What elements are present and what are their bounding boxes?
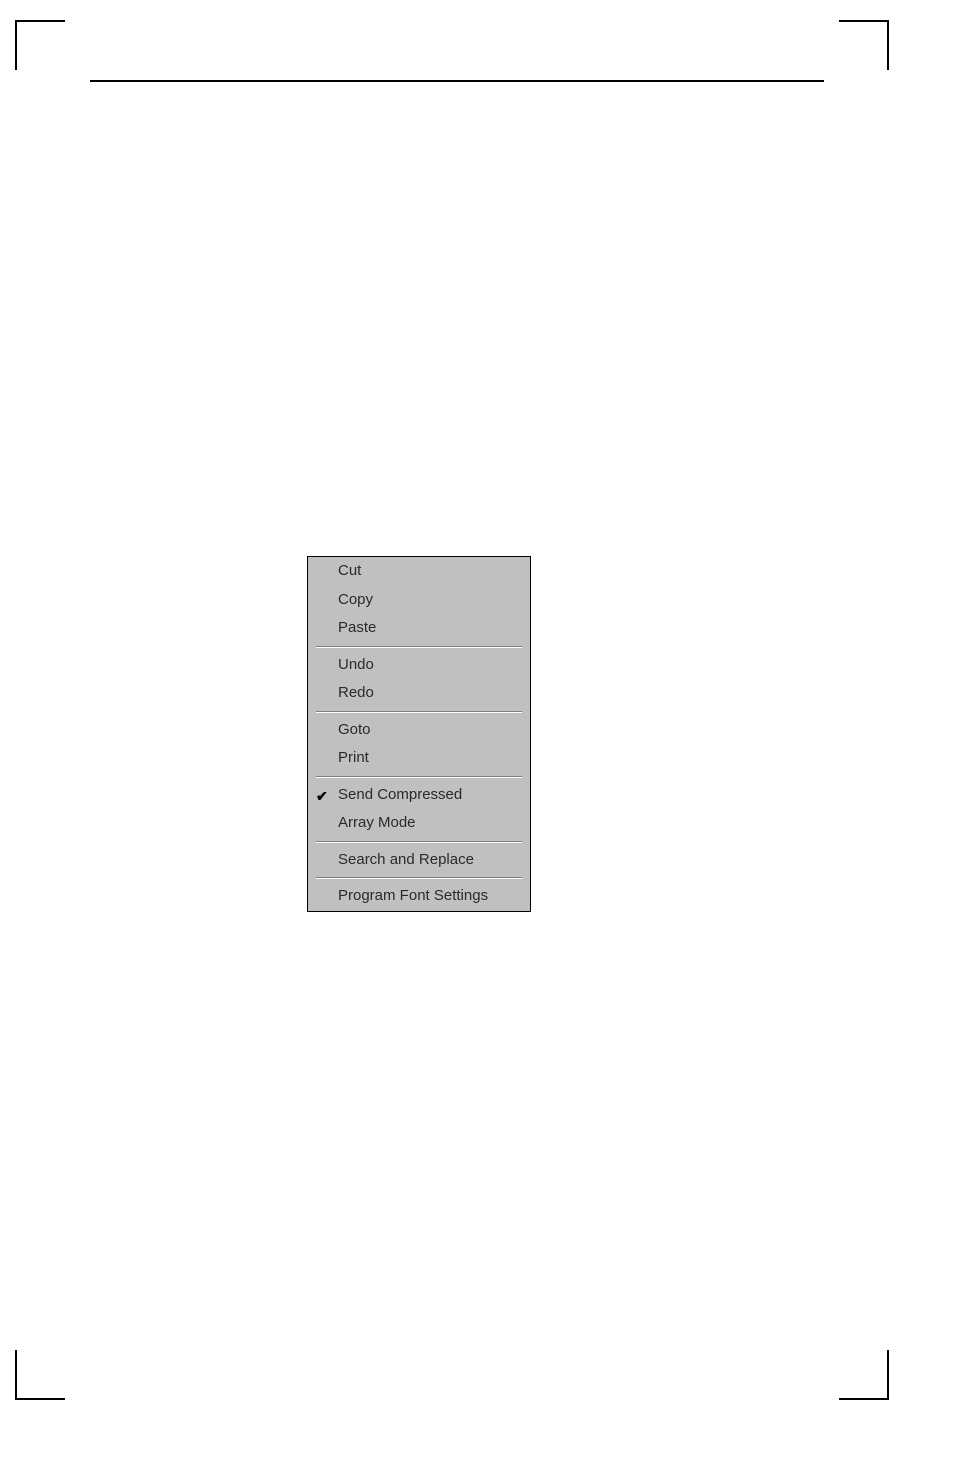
crop-mark-top-left [15, 20, 65, 70]
menu-item-cut[interactable]: Cut [308, 557, 530, 586]
menu-item-paste[interactable]: Paste [308, 614, 530, 643]
menu-item-copy[interactable]: Copy [308, 586, 530, 615]
menu-label: Array Mode [338, 814, 416, 831]
menu-item-print[interactable]: Print [308, 744, 530, 773]
menu-item-send-compressed[interactable]: ✔ Send Compressed [308, 781, 530, 810]
menu-item-undo[interactable]: Undo [308, 651, 530, 680]
menu-label: Cut [338, 562, 361, 579]
menu-separator [316, 646, 522, 648]
menu-label: Paste [338, 619, 376, 636]
menu-label: Undo [338, 656, 374, 673]
menu-label: Redo [338, 684, 374, 701]
menu-label: Copy [338, 591, 373, 608]
context-menu: Cut Copy Paste Undo Redo Goto Print ✔ Se… [307, 556, 531, 912]
menu-item-redo[interactable]: Redo [308, 679, 530, 708]
check-icon: ✔ [316, 786, 328, 807]
menu-label: Goto [338, 721, 371, 738]
menu-item-search-replace[interactable]: Search and Replace [308, 846, 530, 875]
menu-label: Program Font Settings [338, 887, 488, 904]
menu-separator [316, 877, 522, 879]
menu-item-font-settings[interactable]: Program Font Settings [308, 882, 530, 911]
menu-separator [316, 841, 522, 843]
menu-item-array-mode[interactable]: Array Mode [308, 809, 530, 838]
crop-mark-bottom-right [839, 1350, 889, 1400]
menu-item-goto[interactable]: Goto [308, 716, 530, 745]
menu-separator [316, 711, 522, 713]
crop-mark-bottom-left [15, 1350, 65, 1400]
header-divider [90, 80, 824, 82]
crop-mark-top-right [839, 20, 889, 70]
menu-label: Search and Replace [338, 851, 474, 868]
menu-separator [316, 776, 522, 778]
menu-label: Send Compressed [338, 786, 462, 803]
menu-label: Print [338, 749, 369, 766]
